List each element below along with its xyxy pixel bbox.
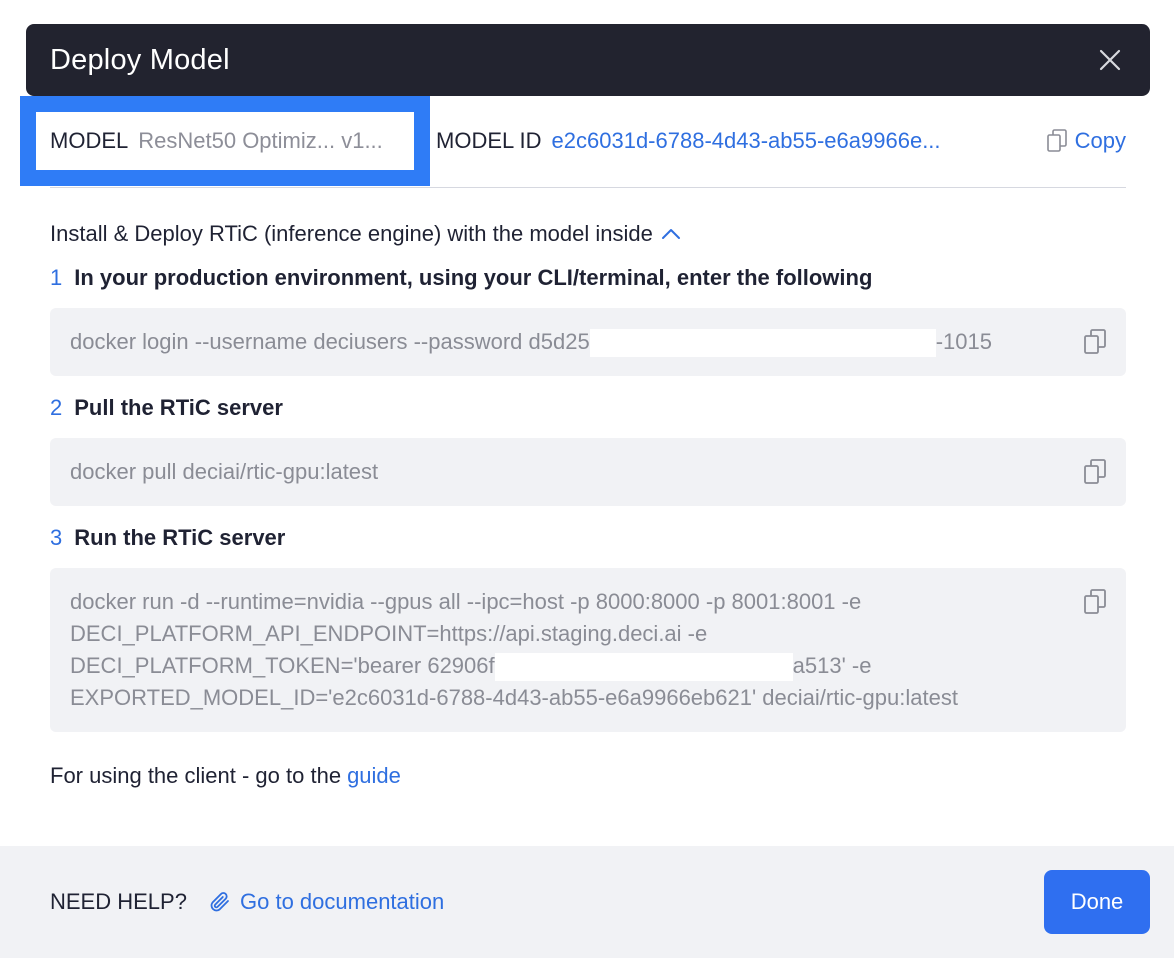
step-1-code-end: -1015: [935, 329, 992, 354]
close-icon: [1099, 49, 1121, 71]
chevron-up-icon: [661, 229, 680, 239]
step-1-number: 1: [50, 265, 63, 290]
step-2-number: 2: [50, 395, 63, 420]
paperclip-icon: [210, 892, 229, 912]
step-3-code-line: DECI_PLATFORM_TOKEN='bearer 62906f a513' …: [70, 650, 1106, 682]
dialog-footer: NEED HELP? Go to documentation Done: [0, 846, 1174, 958]
install-toggle[interactable]: Install & Deploy RTiC (inference engine)…: [50, 218, 681, 250]
model-id-value: e2c6031d-6788-4d43-ab55-e6a9966e...: [551, 128, 941, 153]
client-guide-row: For using the client - go to the guide: [50, 760, 401, 792]
step-1-code: docker login --username deciusers --pass…: [50, 308, 1126, 376]
done-button[interactable]: Done: [1044, 870, 1150, 934]
step-1-code-start: docker login --username deciusers --pass…: [70, 329, 590, 354]
step-3-label: Run the RTiC server: [74, 525, 286, 550]
need-help-label: NEED HELP?: [50, 889, 187, 914]
guide-link[interactable]: guide: [347, 763, 401, 789]
dialog-header: Deploy Model: [26, 24, 1150, 96]
copy-icon: [1046, 129, 1067, 152]
documentation-link[interactable]: Go to documentation: [208, 886, 444, 918]
model-field: MODEL ResNet50 Optimiz... v1...: [36, 112, 414, 170]
dialog-title: Deploy Model: [50, 43, 230, 76]
step-3-code-line: docker run -d --runtime=nvidia --gpus al…: [70, 589, 862, 614]
copy-icon: [1084, 459, 1106, 484]
step-3-copy-button[interactable]: [1084, 589, 1108, 615]
step-2-copy-button[interactable]: [1084, 459, 1108, 485]
step-3-title: 3 Run the RTiC server: [50, 522, 285, 554]
divider: [50, 187, 1126, 188]
step-3-code-token-end: a513' -e: [792, 653, 872, 678]
redacted-block: [589, 329, 936, 358]
client-text: For using the client - go to the: [50, 763, 342, 788]
redacted-block: [494, 653, 793, 682]
model-id-row: MODEL ID e2c6031d-6788-4d43-ab55-e6a9966…: [436, 112, 1126, 170]
step-2-title: 2 Pull the RTiC server: [50, 392, 283, 424]
step-2-code: docker pull deciai/rtic-gpu:latest: [50, 438, 1126, 506]
copy-icon: [1084, 329, 1106, 354]
copy-icon: [1084, 589, 1106, 614]
step-3-code-line: DECI_PLATFORM_API_ENDPOINT=https://api.s…: [70, 621, 708, 646]
close-button[interactable]: [1094, 44, 1126, 76]
step-1-copy-button[interactable]: [1084, 329, 1108, 355]
model-label: MODEL: [50, 128, 129, 153]
documentation-link-label: Go to documentation: [240, 889, 445, 914]
step-3-code-token-start: DECI_PLATFORM_TOKEN='bearer 62906f: [70, 653, 495, 678]
copy-model-id-button[interactable]: Copy: [1046, 128, 1126, 154]
step-3-number: 3: [50, 525, 63, 550]
deploy-model-dialog: Deploy Model MODEL ResNet50 Optimiz... v…: [0, 0, 1174, 958]
step-1-title: 1 In your production environment, using …: [50, 262, 872, 294]
install-text: Install & Deploy RTiC (inference engine)…: [50, 221, 653, 246]
copy-label: Copy: [1074, 128, 1126, 153]
step-3-code-line: EXPORTED_MODEL_ID='e2c6031d-6788-4d43-ab…: [70, 685, 958, 710]
model-name: ResNet50 Optimiz... v1...: [138, 128, 383, 153]
model-id-label: MODEL ID: [436, 128, 542, 153]
step-1-label: In your production environment, using yo…: [74, 265, 873, 290]
step-2-label: Pull the RTiC server: [74, 395, 283, 420]
step-3-code: docker run -d --runtime=nvidia --gpus al…: [50, 568, 1126, 732]
step-2-code-text: docker pull deciai/rtic-gpu:latest: [70, 459, 379, 484]
